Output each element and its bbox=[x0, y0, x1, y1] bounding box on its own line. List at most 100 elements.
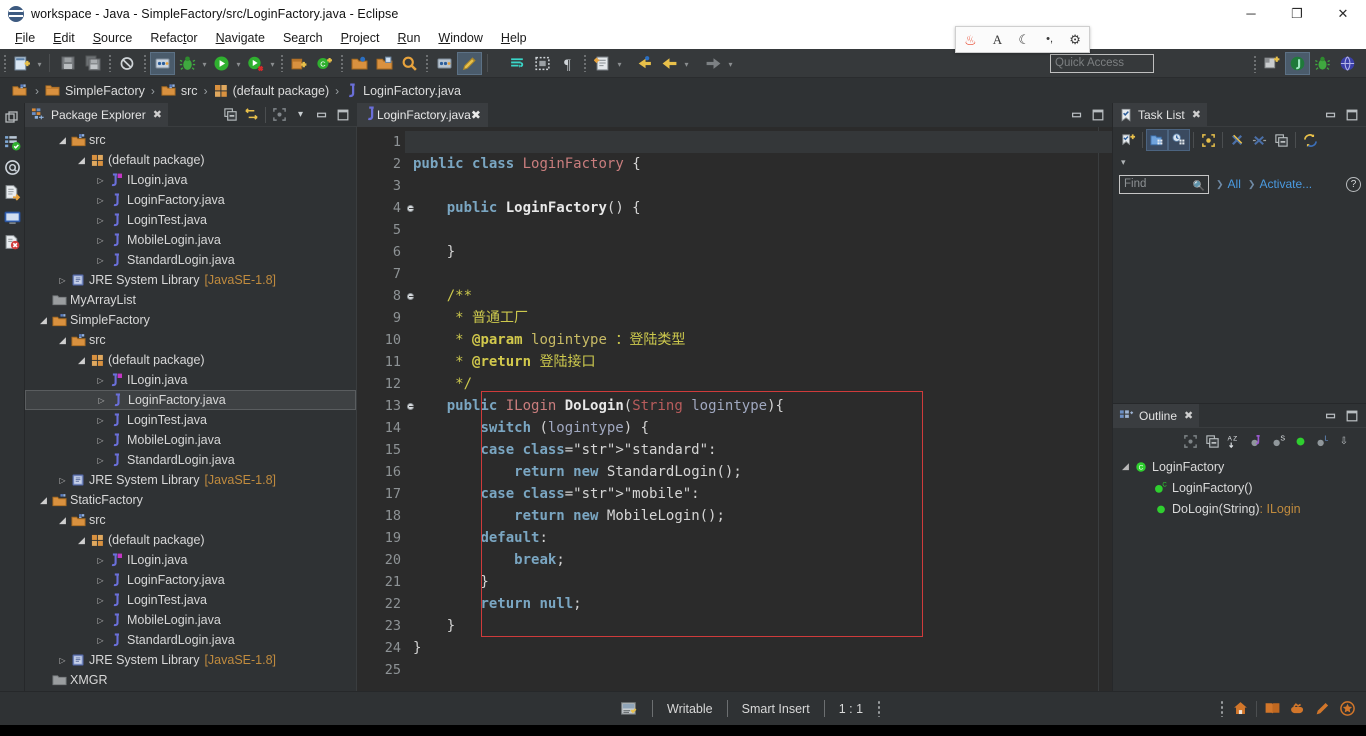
outline-item[interactable]: ◢ C LoginFactory bbox=[1113, 456, 1366, 477]
categorize-icon[interactable] bbox=[1146, 129, 1168, 151]
menu-help[interactable]: Help bbox=[492, 29, 536, 47]
book-icon[interactable] bbox=[1260, 698, 1285, 720]
source-code[interactable]: public class LoginFactory { public Login… bbox=[405, 127, 1112, 691]
tree-item[interactable]: ▷ LoginFactory.java bbox=[25, 570, 356, 590]
new-wizard-dropdown[interactable]: ▾ bbox=[35, 52, 44, 74]
back-history-icon[interactable] bbox=[632, 52, 657, 75]
filter-icon[interactable] bbox=[1248, 129, 1270, 151]
toggle-debug-icon[interactable] bbox=[150, 51, 175, 75]
maximize-icon[interactable] bbox=[1087, 105, 1108, 125]
overview-ruler[interactable] bbox=[1098, 127, 1112, 691]
focus-icon[interactable] bbox=[1197, 129, 1219, 151]
shield-icon[interactable] bbox=[1335, 698, 1360, 720]
restore-icon[interactable] bbox=[2, 105, 23, 130]
breadcrumb-item-2[interactable]: src bbox=[181, 84, 198, 98]
hand-icon[interactable] bbox=[1285, 698, 1310, 720]
task-find-input[interactable]: Find 🔍 bbox=[1119, 174, 1209, 195]
code-line[interactable]: } bbox=[405, 241, 1098, 263]
run-icon[interactable] bbox=[209, 52, 234, 75]
tree-item[interactable]: ◢ StaticFactory bbox=[25, 490, 356, 510]
code-line[interactable]: } bbox=[405, 637, 1098, 659]
javadoc-icon[interactable] bbox=[2, 155, 23, 180]
code-line[interactable]: case class="str">"standard": bbox=[405, 439, 1098, 461]
code-line[interactable]: */ bbox=[405, 373, 1098, 395]
hide-static-icon[interactable]: S bbox=[1267, 430, 1289, 452]
last-edit-dropdown[interactable]: ▾ bbox=[615, 52, 624, 74]
letter-a-icon[interactable]: A bbox=[993, 33, 1002, 46]
web-perspective-icon[interactable] bbox=[1335, 52, 1360, 75]
menu-search[interactable]: Search bbox=[274, 29, 332, 47]
sort-icon[interactable]: AZ bbox=[1223, 430, 1245, 452]
menu-run[interactable]: Run bbox=[388, 29, 429, 47]
tree-item[interactable]: ▷ MobileLogin.java bbox=[25, 610, 356, 630]
gear-icon[interactable]: ⚙ bbox=[1069, 33, 1081, 46]
code-line[interactable]: break; bbox=[405, 549, 1098, 571]
code-line[interactable]: return new StandardLogin(); bbox=[405, 461, 1098, 483]
toolbar-drag-handle-4[interactable] bbox=[280, 54, 284, 72]
search-icon[interactable]: 🔍 bbox=[1193, 178, 1205, 195]
menu-file[interactable]: File bbox=[6, 29, 44, 47]
maximize-button[interactable]: ❐ bbox=[1274, 0, 1320, 27]
code-line[interactable]: public class LoginFactory { bbox=[405, 153, 1098, 175]
code-line[interactable] bbox=[405, 659, 1098, 681]
toolbar-drag-handle-3[interactable] bbox=[143, 54, 147, 72]
hide-local-icon[interactable]: L bbox=[1311, 430, 1333, 452]
chevron-right-icon[interactable]: ▷ bbox=[94, 616, 107, 625]
open-type-icon[interactable] bbox=[347, 52, 372, 75]
code-line[interactable]: public ILogin DoLogin(String logintype){ bbox=[405, 395, 1098, 417]
next-annotation-icon[interactable] bbox=[505, 52, 530, 75]
coverage-dropdown[interactable]: ▾ bbox=[268, 52, 277, 74]
collapse-all-icon[interactable] bbox=[1201, 430, 1223, 452]
tree-item[interactable]: ▷ LoginTest.java bbox=[25, 590, 356, 610]
breadcrumb-item-3[interactable]: (default package) bbox=[233, 84, 330, 98]
package-explorer-tree[interactable]: ◢ src ◢ (default package) ▷ ILogin.java ▷ Login… bbox=[25, 127, 357, 691]
code-line[interactable] bbox=[405, 175, 1098, 197]
chevron-down-icon[interactable]: ◢ bbox=[56, 515, 69, 526]
tree-item[interactable]: ▷ JRE System Library [JavaSE-1.8] bbox=[25, 470, 356, 490]
close-button[interactable]: ✕ bbox=[1320, 0, 1366, 27]
code-line[interactable]: * @return 登陆接口 bbox=[405, 351, 1098, 373]
chevron-right-icon[interactable]: ▷ bbox=[94, 596, 107, 605]
chevron-right-icon[interactable]: ▷ bbox=[94, 636, 107, 645]
code-line[interactable]: * @param logintype ：登陆类型 bbox=[405, 329, 1098, 351]
save-icon[interactable] bbox=[55, 52, 80, 75]
new-java-project-icon[interactable] bbox=[287, 52, 312, 75]
chevron-down-icon[interactable]: ◢ bbox=[75, 355, 88, 366]
code-line[interactable] bbox=[405, 263, 1098, 285]
chevron-right-icon[interactable]: ▷ bbox=[94, 256, 107, 265]
tree-item[interactable]: ▷ LoginTest.java bbox=[25, 410, 356, 430]
code-area[interactable]: 1 2 3 4 5 6 7 8 9 10 11 12 13 14 15 16 17 18 19 20 21 22 23 24 2… bbox=[357, 127, 1112, 691]
tree-item[interactable]: ▷ StandardLogin.java bbox=[25, 450, 356, 470]
help-icon[interactable]: ? bbox=[1346, 176, 1361, 192]
chevron-right-icon[interactable]: ▷ bbox=[94, 436, 107, 445]
chevron-right-icon[interactable]: ▷ bbox=[94, 416, 107, 425]
quick-access-input[interactable]: Quick Access bbox=[1050, 54, 1154, 73]
breadcrumb-item-1[interactable]: SimpleFactory bbox=[65, 84, 145, 98]
tree-item[interactable]: ▷ JRE System Library [JavaSE-1.8] bbox=[25, 650, 356, 670]
tree-item[interactable]: ▷ LoginFactory.java bbox=[25, 190, 356, 210]
menu-edit[interactable]: Edit bbox=[44, 29, 84, 47]
console-icon[interactable] bbox=[2, 205, 23, 230]
task-list-expander[interactable]: ▾ bbox=[1113, 153, 1366, 171]
menu-window[interactable]: Window bbox=[429, 29, 491, 47]
run-dropdown[interactable]: ▾ bbox=[234, 52, 243, 74]
tree-item[interactable]: ◢ SimpleFactory bbox=[25, 310, 356, 330]
new-java-class-icon[interactable]: C bbox=[312, 52, 337, 75]
minimize-icon[interactable] bbox=[311, 105, 332, 125]
menu-navigate[interactable]: Navigate bbox=[207, 29, 274, 47]
code-line[interactable]: } bbox=[405, 615, 1098, 637]
chevron-down-icon[interactable]: ◢ bbox=[75, 155, 88, 166]
task-activate-link[interactable]: Activate... bbox=[1259, 177, 1312, 191]
breadcrumb-root-icon[interactable] bbox=[12, 83, 27, 98]
menu-source[interactable]: Source bbox=[84, 29, 142, 47]
tray-drag-handle[interactable] bbox=[1220, 700, 1224, 717]
chevron-down-icon[interactable]: ◢ bbox=[37, 495, 50, 506]
maximize-icon[interactable] bbox=[1341, 406, 1362, 426]
pencil-icon[interactable] bbox=[1310, 698, 1335, 720]
task-filter-all[interactable]: All bbox=[1228, 177, 1241, 191]
chevron-right-icon[interactable]: ▷ bbox=[94, 236, 107, 245]
hide-fields-icon[interactable] bbox=[1245, 430, 1267, 452]
save-all-icon[interactable] bbox=[80, 52, 105, 75]
code-line[interactable]: return new MobileLogin(); bbox=[405, 505, 1098, 527]
code-line[interactable]: return null; bbox=[405, 593, 1098, 615]
